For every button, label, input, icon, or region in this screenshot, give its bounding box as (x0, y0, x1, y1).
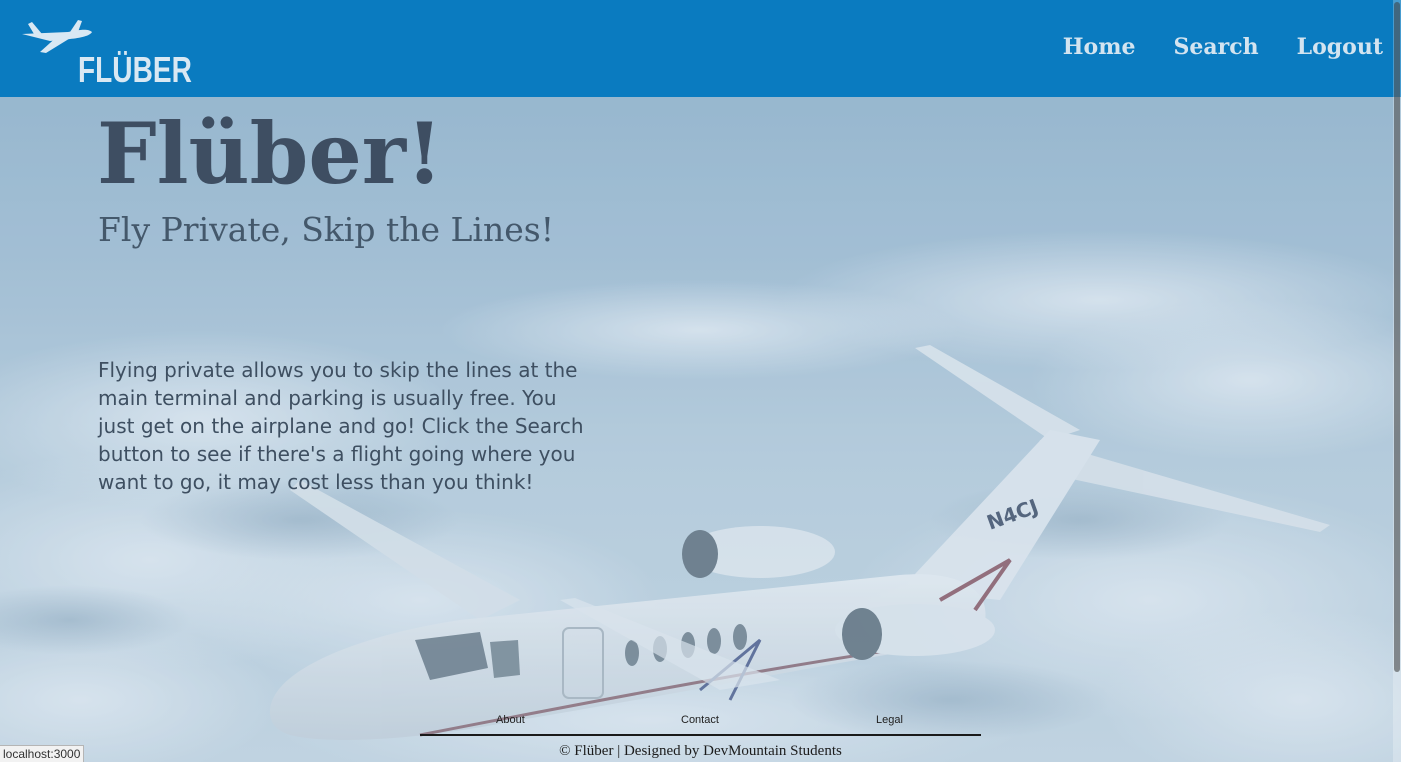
logo-wordmark: FLÜBER (78, 49, 192, 90)
fluber-logo[interactable]: FLÜBER (20, 12, 192, 88)
main-nav: Home Search Logout (1063, 32, 1383, 62)
nav-logout-link[interactable]: Logout (1297, 32, 1383, 62)
footer-contact-link[interactable]: Contact (681, 714, 719, 726)
footer-copyright: © Flüber | Designed by DevMountain Stude… (559, 743, 842, 759)
nav-home-link[interactable]: Home (1063, 32, 1136, 62)
footer-links: About Contact Legal (420, 714, 981, 736)
top-navigation-bar: FLÜBER Home Search Logout (0, 0, 1401, 97)
scrollbar-thumb[interactable] (1394, 2, 1400, 672)
page-scrollbar[interactable] (1393, 0, 1401, 762)
hero-title: Flüber! (97, 104, 443, 203)
nav-search-link[interactable]: Search (1174, 32, 1259, 62)
hero-description: Flying private allows you to skip the li… (98, 358, 584, 494)
footer-legal-link[interactable]: Legal (876, 714, 903, 726)
status-bar-url: localhost:3000 (0, 745, 85, 762)
hero-subtitle: Fly Private, Skip the Lines! (98, 210, 554, 249)
footer-about-link[interactable]: About (496, 714, 525, 726)
